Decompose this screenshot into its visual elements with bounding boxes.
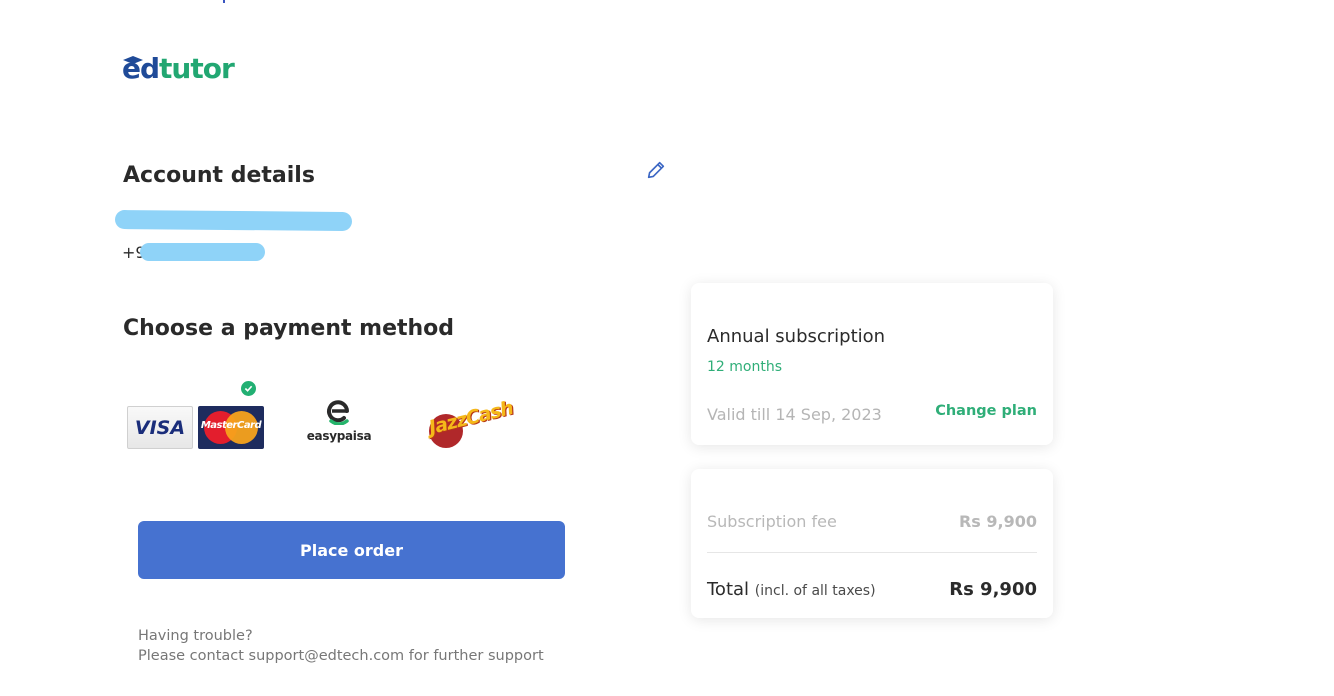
account-details-title: Account details <box>123 163 315 188</box>
summary-divider <box>707 552 1037 553</box>
payment-option-easypaisa[interactable]: easypaisa <box>303 397 375 449</box>
payment-option-card[interactable]: VISA MasterCard <box>127 406 264 449</box>
mastercard-logo: MasterCard <box>198 406 264 449</box>
pencil-icon[interactable] <box>645 159 667 181</box>
total-value: Rs 9,900 <box>949 579 1037 600</box>
edtutor-logo[interactable]: ed tutor <box>122 51 235 85</box>
selected-check-icon <box>241 381 256 396</box>
easypaisa-label: easypaisa <box>306 429 372 443</box>
payment-method-title: Choose a payment method <box>123 316 455 341</box>
total-label: Total (incl. of all taxes) <box>707 579 876 600</box>
mastercard-label: MasterCard <box>200 420 262 431</box>
redacted-phone <box>140 243 265 261</box>
order-summary-card: Subscription fee Rs 9,900 Total (incl. o… <box>691 469 1053 618</box>
subscription-fee-label: Subscription fee <box>707 512 837 531</box>
checkout-page: ed tutor Account details +9 Choose a paym… <box>0 0 1334 696</box>
plan-validity: Valid till 14 Sep, 2023 <box>707 405 882 424</box>
plan-title: Annual subscription <box>707 326 886 347</box>
plan-period: 12 months <box>707 359 782 375</box>
total-note: (incl. of all taxes) <box>754 583 876 599</box>
help-text: Having trouble? Please contact support@e… <box>138 626 544 666</box>
easypaisa-icon <box>327 400 349 425</box>
top-edge-mark <box>223 0 225 3</box>
change-plan-link[interactable]: Change plan <box>935 403 1037 419</box>
visa-logo: VISA <box>127 406 193 449</box>
plan-card: Annual subscription 12 months Valid till… <box>691 283 1053 445</box>
place-order-button[interactable]: Place order <box>138 521 565 579</box>
subscription-fee-value: Rs 9,900 <box>958 512 1037 531</box>
jazzcash-label: JazzCash <box>426 396 516 440</box>
graduation-cap-icon <box>123 56 143 64</box>
payment-option-jazzcash[interactable]: JazzCash <box>426 397 522 452</box>
redacted-email <box>114 209 353 232</box>
help-line-1: Having trouble? <box>138 628 253 644</box>
logo-text-tutor: tutor <box>159 51 235 85</box>
help-line-2: Please contact support@edtech.com for fu… <box>138 648 544 664</box>
